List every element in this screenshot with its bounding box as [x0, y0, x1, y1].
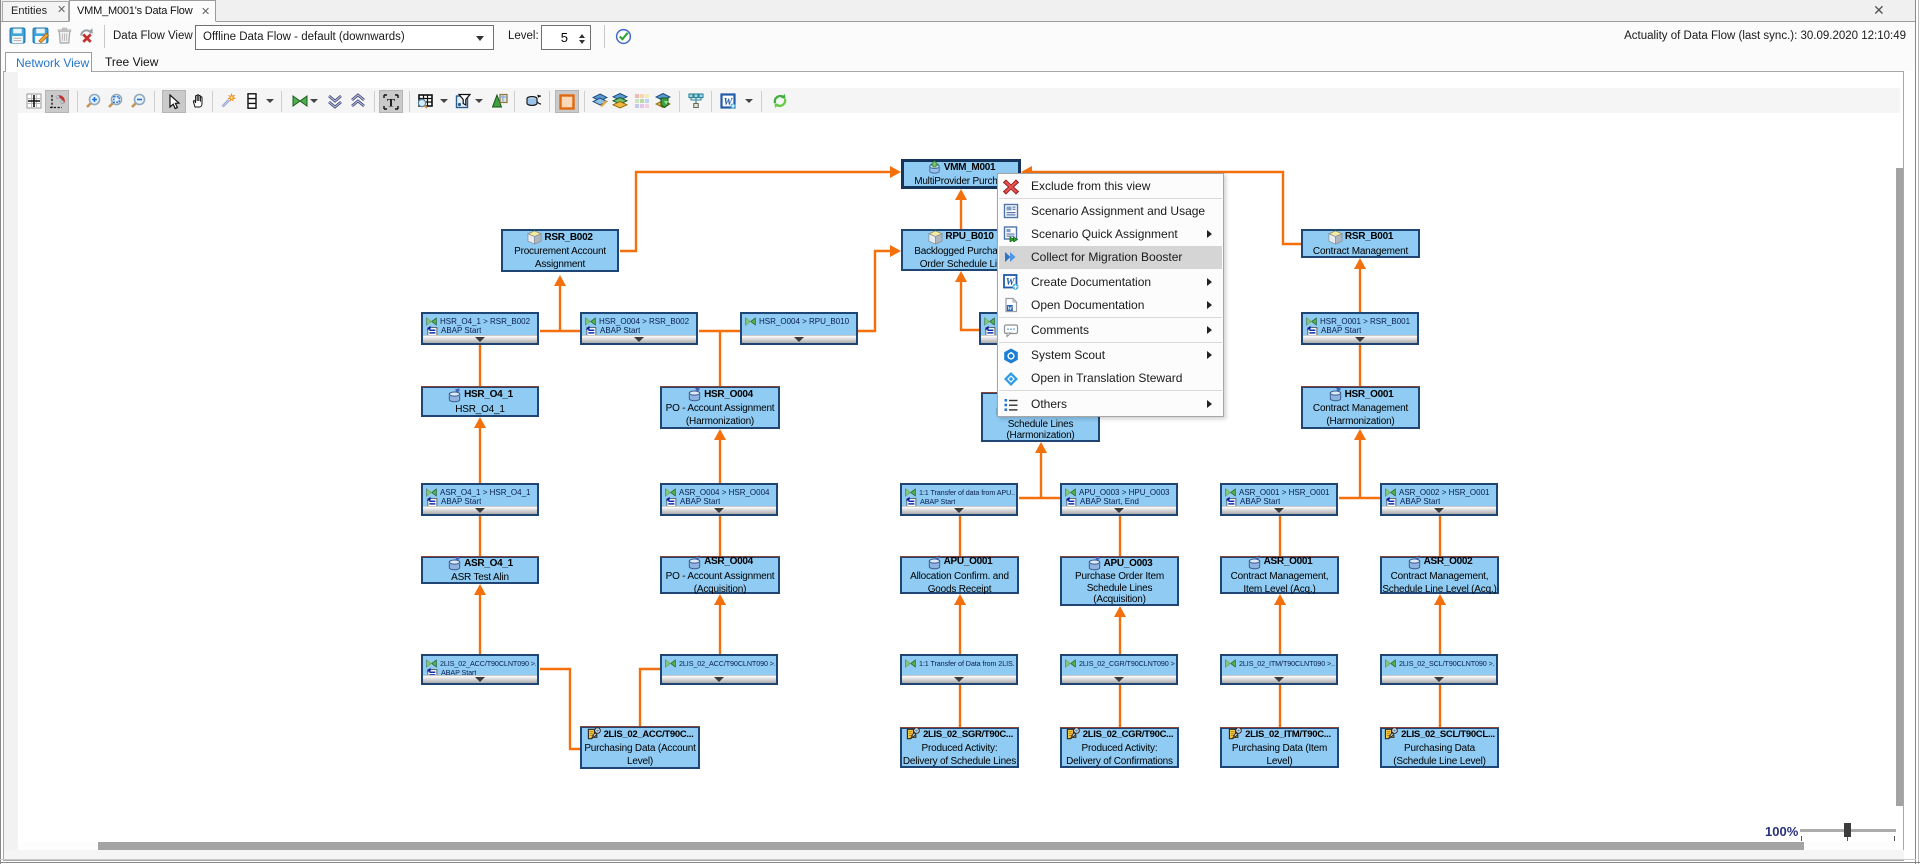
- svg-text:T: T: [387, 95, 395, 109]
